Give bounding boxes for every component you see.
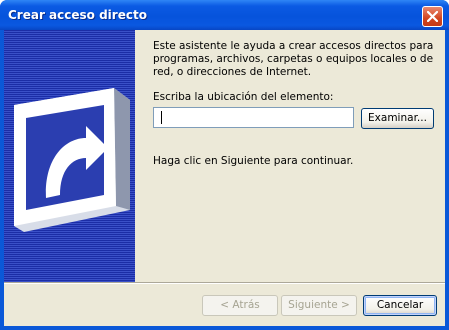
continue-instruction: Haga clic en Siguiente para continuar.: [153, 155, 354, 167]
dialog-window: Crear acceso directo Este asistente le a…: [0, 0, 449, 330]
wizard-banner: [4, 30, 135, 282]
dialog-body: Este asistente le ayuda a crear accesos …: [4, 30, 445, 326]
intro-text: Este asistente le ayuda a crear accesos …: [153, 40, 434, 78]
close-button[interactable]: [422, 6, 443, 27]
next-button[interactable]: Siguiente >: [281, 295, 357, 316]
location-label: Escriba la ubicación del elemento:: [153, 91, 334, 103]
browse-button[interactable]: Examinar...: [361, 108, 434, 129]
shortcut-arrow-icon: [14, 88, 130, 232]
back-button[interactable]: < Atrás: [202, 295, 278, 316]
location-input[interactable]: [153, 107, 354, 128]
text-caret: [161, 111, 162, 124]
close-icon: [427, 11, 438, 22]
window-title: Crear acceso directo: [8, 8, 147, 22]
title-bar[interactable]: Crear acceso directo: [0, 0, 449, 30]
cancel-button[interactable]: Cancelar: [363, 295, 437, 316]
footer-divider-highlight: [4, 283, 445, 284]
